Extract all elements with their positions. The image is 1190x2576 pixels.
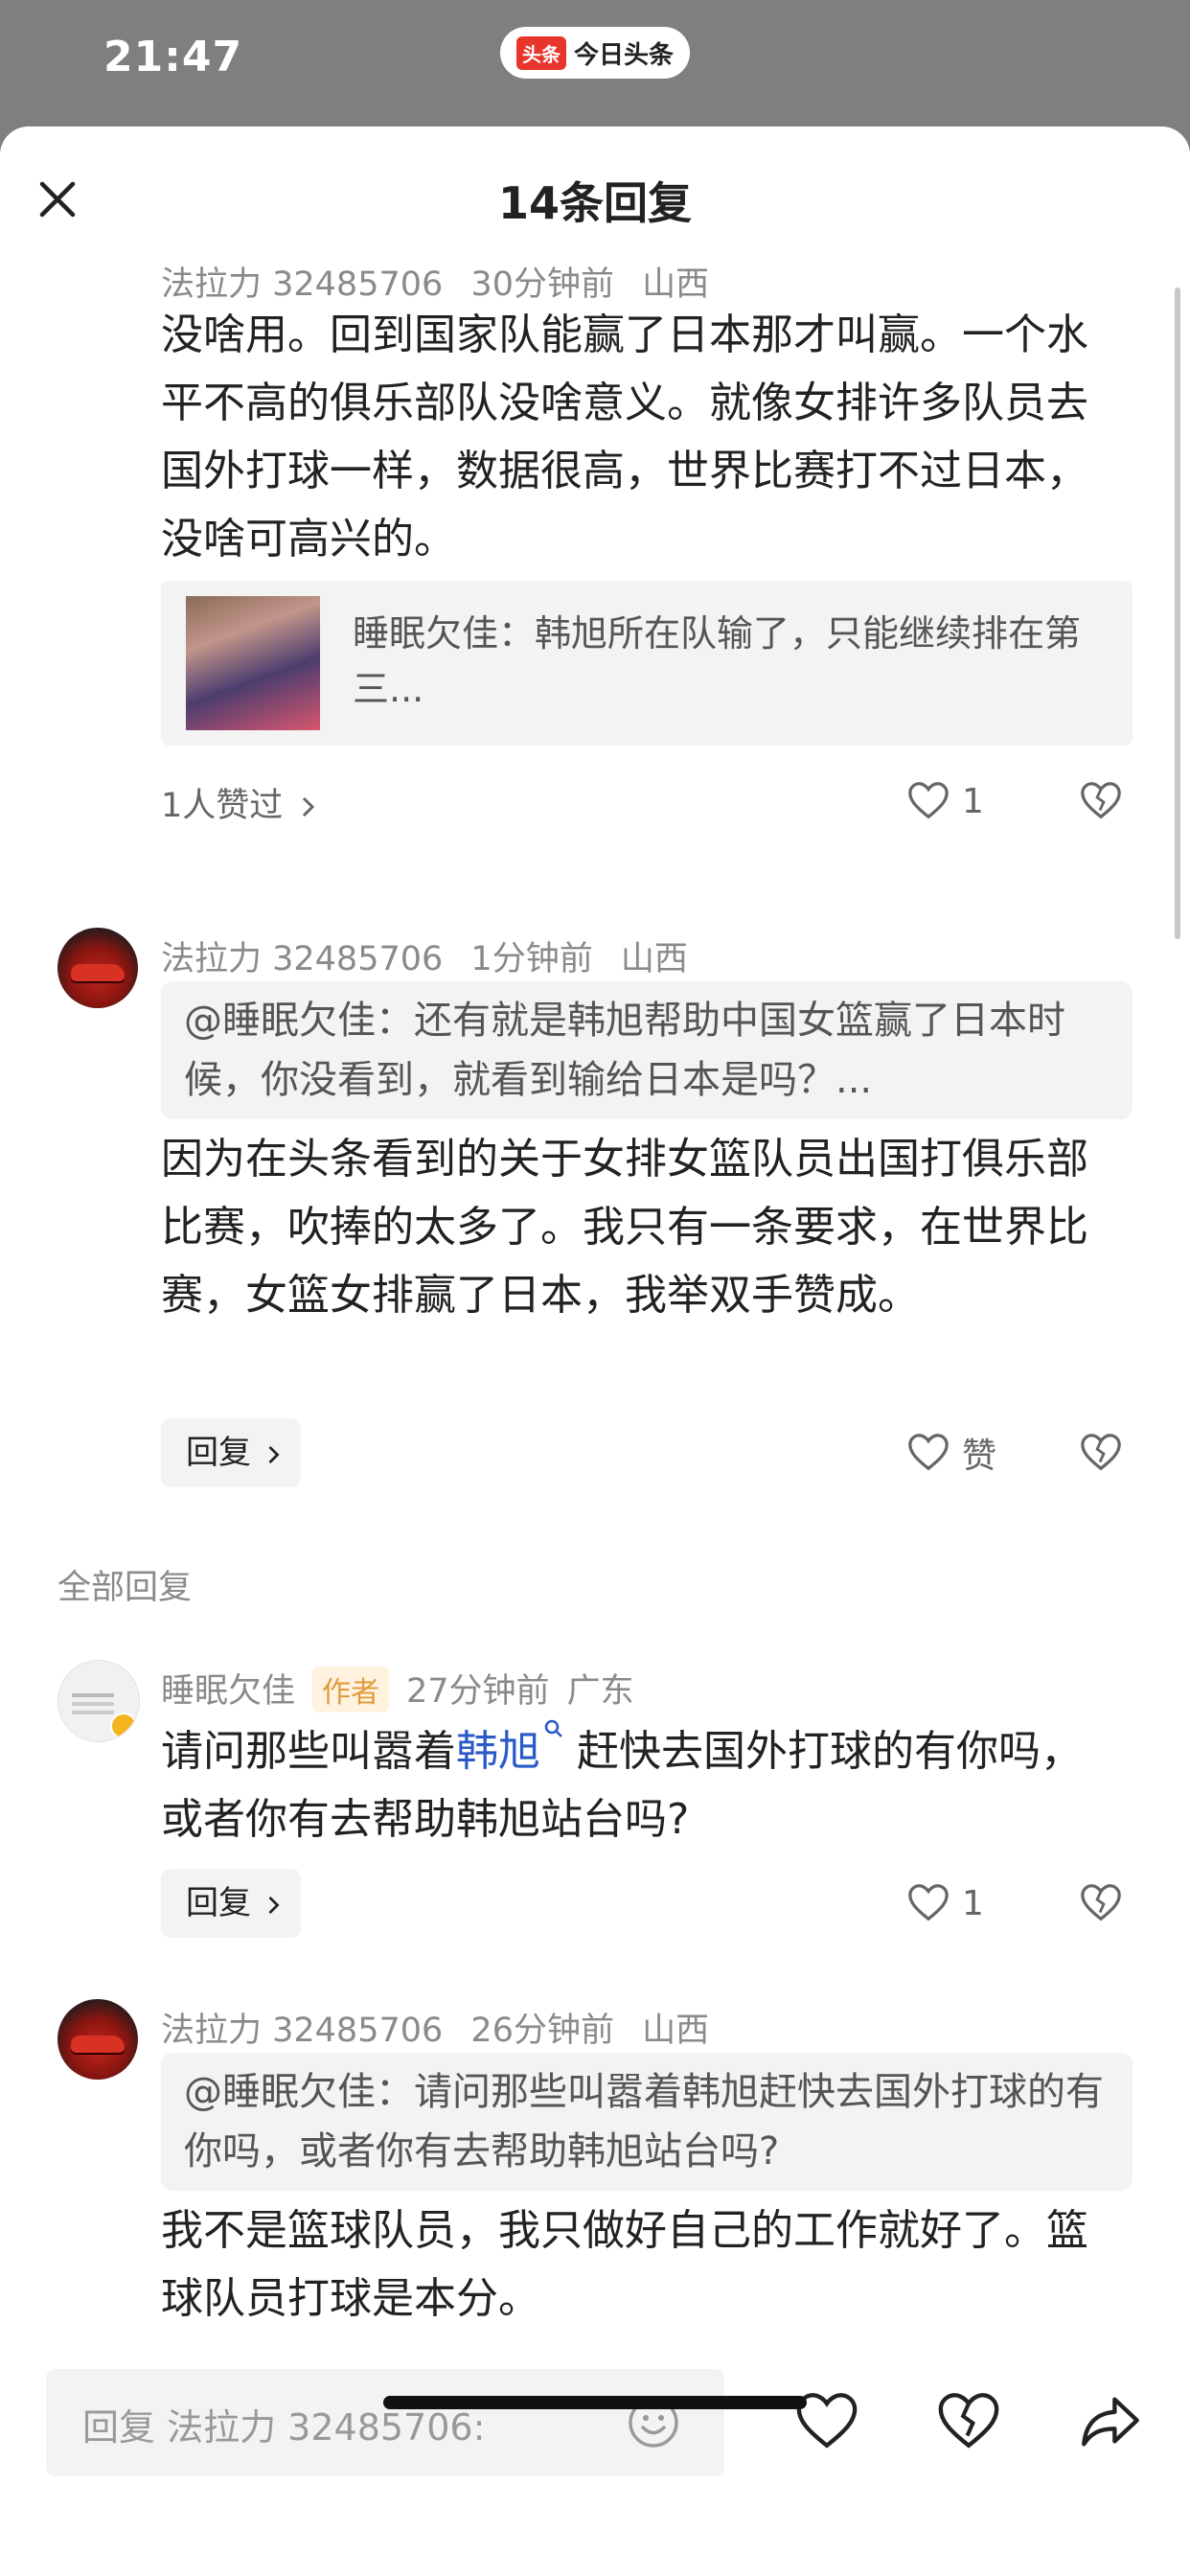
timestamp: 30分钟前 xyxy=(470,265,614,304)
comment-text: 我不是篮球队员，我只做好自己的工作就好了。篮球队员打球是本分。 xyxy=(161,2206,1088,2323)
quoted-reply[interactable]: @睡眠欠佳：请问那些叫嚣着韩旭赶快去国外打球的有你吗，或者你有去帮助韩旭站台吗? xyxy=(161,2053,1133,2191)
reply-label: 回复 xyxy=(186,1434,251,1472)
replies-sheet: 法拉力 32485706 30分钟前 山西 没啥用。回到国家队能赢了日本那才叫赢… xyxy=(0,126,1190,2576)
heart-icon xyxy=(908,1434,949,1471)
sheet-title: 14条回复 xyxy=(497,177,692,229)
heart-broken-icon[interactable] xyxy=(1079,1881,1123,1925)
timestamp: 1分钟前 xyxy=(470,940,593,978)
avatar[interactable] xyxy=(57,928,138,1008)
timestamp: 27分钟前 xyxy=(406,1672,550,1711)
app-logo: 头条 xyxy=(515,35,566,70)
reply-button[interactable]: 回复 xyxy=(161,1869,301,1938)
avatar[interactable] xyxy=(57,1660,140,1742)
app-switch-pill[interactable]: 头条 今日头条 xyxy=(500,27,690,79)
heart-icon xyxy=(908,782,949,819)
scrollbar[interactable] xyxy=(1175,288,1180,939)
comment-meta: 睡眠欠佳 作者 27分钟前 广东 xyxy=(161,1664,652,1713)
location: 山西 xyxy=(642,2012,710,2050)
location: 山西 xyxy=(642,265,710,304)
like-count: 1 xyxy=(962,781,984,821)
linked-reply-text: 睡眠欠佳：韩旭所在队输了，只能继续排在第三... xyxy=(353,612,1082,710)
comment-text-part: 请问那些叫嚣着 xyxy=(161,1727,456,1776)
app-name: 今日头条 xyxy=(573,40,674,70)
quoted-reply[interactable]: @睡眠欠佳：还有就是韩旭帮助中国女篮赢了日本时候，你没看到，就看到输给日本是吗？… xyxy=(161,981,1133,1119)
chevron-right-icon xyxy=(303,796,315,817)
comment-meta: 法拉力 32485706 26分钟前 山西 xyxy=(161,2003,726,2052)
bottom-action-bar: 回复 法拉力 32485706: xyxy=(0,2340,1190,2576)
username[interactable]: 法拉力 32485706 xyxy=(161,265,443,304)
replies-list: 法拉力 32485706 30分钟前 山西 没啥用。回到国家队能赢了日本那才叫赢… xyxy=(0,126,1190,2350)
quoted-text: @睡眠欠佳：还有就是韩旭帮助中国女篮赢了日本时候，你没看到，就看到输给日本是吗？… xyxy=(184,999,1065,1102)
comment-meta: 法拉力 32485706 30分钟前 山西 xyxy=(161,257,726,306)
quoted-text: @睡眠欠佳：请问那些叫嚣着韩旭赶快去国外打球的有你吗，或者你有去帮助韩旭站台吗? xyxy=(184,2070,1104,2174)
like-button[interactable]: 1 xyxy=(906,772,984,830)
heart-broken-icon[interactable] xyxy=(1079,1431,1123,1475)
search-icon[interactable] xyxy=(542,1717,565,1740)
heart-icon xyxy=(908,1884,949,1921)
linked-reply-card[interactable]: 睡眠欠佳：韩旭所在队输了，只能继续排在第三... xyxy=(161,581,1133,746)
comment-meta: 法拉力 32485706 1分钟前 山西 xyxy=(161,932,705,980)
location: 山西 xyxy=(620,940,688,978)
reply-button[interactable]: 回复 xyxy=(161,1418,301,1487)
home-indicator[interactable] xyxy=(383,2396,807,2409)
like-button[interactable]: 1 xyxy=(906,1874,984,1932)
heart-broken-icon[interactable] xyxy=(1079,779,1123,823)
likers-summary[interactable]: 1人赞过 xyxy=(161,778,318,827)
sheet-header: 14条回复 xyxy=(0,126,1190,261)
likers-text: 1人赞过 xyxy=(161,787,284,825)
heart-broken-icon[interactable] xyxy=(935,2388,1002,2455)
status-time: 21:47 xyxy=(103,33,243,81)
section-label-all-replies: 全部回复 xyxy=(57,1569,193,1607)
reply-label: 回复 xyxy=(186,1884,251,1922)
verified-badge-icon xyxy=(110,1713,137,1739)
like-label: 赞 xyxy=(962,1437,997,1476)
comment-text: 因为在头条看到的关于女排女篮队员出国打俱乐部比赛，吹捧的太多了。我只有一条要求，… xyxy=(161,1135,1088,1320)
topic-link[interactable]: 韩旭 xyxy=(456,1727,540,1776)
share-icon[interactable] xyxy=(1077,2388,1144,2455)
username[interactable]: 睡眠欠佳 xyxy=(161,1672,295,1711)
timestamp: 26分钟前 xyxy=(470,2012,614,2050)
reply-input[interactable]: 回复 法拉力 32485706: xyxy=(46,2369,724,2476)
location: 广东 xyxy=(566,1672,634,1711)
username[interactable]: 法拉力 32485706 xyxy=(161,940,443,978)
status-bar: 21:47 头条 今日头条 xyxy=(0,0,1190,126)
author-badge: 作者 xyxy=(312,1667,390,1713)
comment-text: 请问那些叫嚣着韩旭 赶快去国外打球的有你吗，或者你有去帮助韩旭站台吗? xyxy=(161,1717,1110,1853)
username[interactable]: 法拉力 32485706 xyxy=(161,2012,443,2050)
like-button[interactable]: 赞 xyxy=(906,1424,996,1482)
thumbnail-image xyxy=(186,596,320,730)
chevron-right-icon xyxy=(268,1445,280,1463)
like-count: 1 xyxy=(962,1883,984,1923)
avatar[interactable] xyxy=(57,1999,138,2080)
chevron-right-icon xyxy=(268,1896,280,1914)
comment-text: 没啥用。回到国家队能赢了日本那才叫赢。一个水平不高的俱乐部队没啥意义。就像女排许… xyxy=(161,310,1088,564)
